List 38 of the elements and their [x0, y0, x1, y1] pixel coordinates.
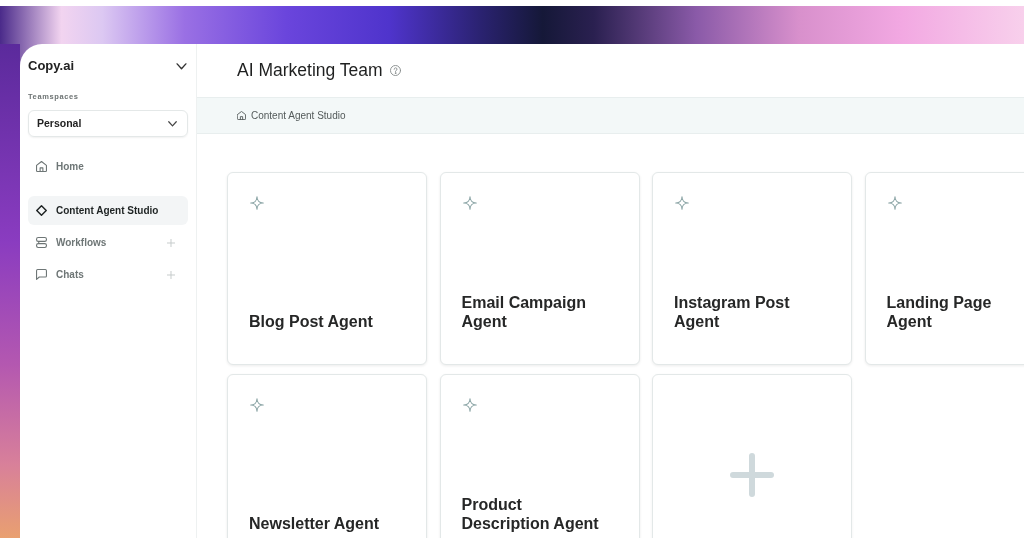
agent-card[interactable]: Instagram Post Agent: [652, 172, 852, 365]
agent-title: Instagram Post Agent: [674, 293, 791, 331]
sparkle-icon: [462, 398, 477, 412]
agent-card[interactable]: Landing Page Agent: [864, 172, 1024, 365]
agent-title: Blog Post Agent: [249, 312, 374, 331]
add-agent-card[interactable]: [652, 374, 852, 538]
sparkle-icon: [675, 196, 689, 210]
help-icon[interactable]: [389, 65, 401, 76]
home-icon: [36, 161, 47, 172]
workflow-icon: [36, 237, 47, 248]
home-icon: [237, 111, 246, 120]
plus-icon: [730, 452, 774, 497]
sidebar-item[interactable]: Home: [28, 152, 188, 181]
chevron-down-icon: [176, 62, 187, 70]
sparkle-icon: [250, 398, 264, 412]
agent-title: Email Campaign Agent: [461, 293, 587, 331]
plus-icon[interactable]: [167, 270, 175, 279]
agent-card[interactable]: Email Campaign Agent: [439, 172, 640, 365]
sidebar-item[interactable]: Workflows: [28, 228, 188, 257]
agent-card[interactable]: Product Description Agent: [439, 374, 640, 538]
sidebar-item[interactable]: Chats: [28, 260, 188, 289]
agent-title: Newsletter Agent: [249, 514, 381, 533]
breadcrumb-link[interactable]: Content Agent Studio: [237, 108, 346, 123]
chat-icon: [36, 269, 47, 280]
agent-card[interactable]: Newsletter Agent: [227, 374, 427, 538]
agent-card[interactable]: Blog Post Agent: [227, 172, 427, 365]
sidebar-item[interactable]: Content Agent Studio: [28, 196, 188, 225]
sparkle-icon: [250, 196, 264, 210]
chevron-down-icon: [168, 120, 177, 127]
diamond-icon: [36, 205, 47, 216]
sparkle-icon: [462, 196, 477, 210]
page-title: AI Marketing Team: [237, 59, 383, 83]
agent-title: Product Description Agent: [461, 495, 600, 533]
plus-icon[interactable]: [167, 238, 175, 247]
agent-title: Landing Page Agent: [886, 293, 993, 331]
workspace-switcher[interactable]: Copy.ai: [28, 58, 188, 74]
sparkle-icon: [887, 196, 902, 210]
teamspace-select[interactable]: Personal: [28, 110, 188, 137]
